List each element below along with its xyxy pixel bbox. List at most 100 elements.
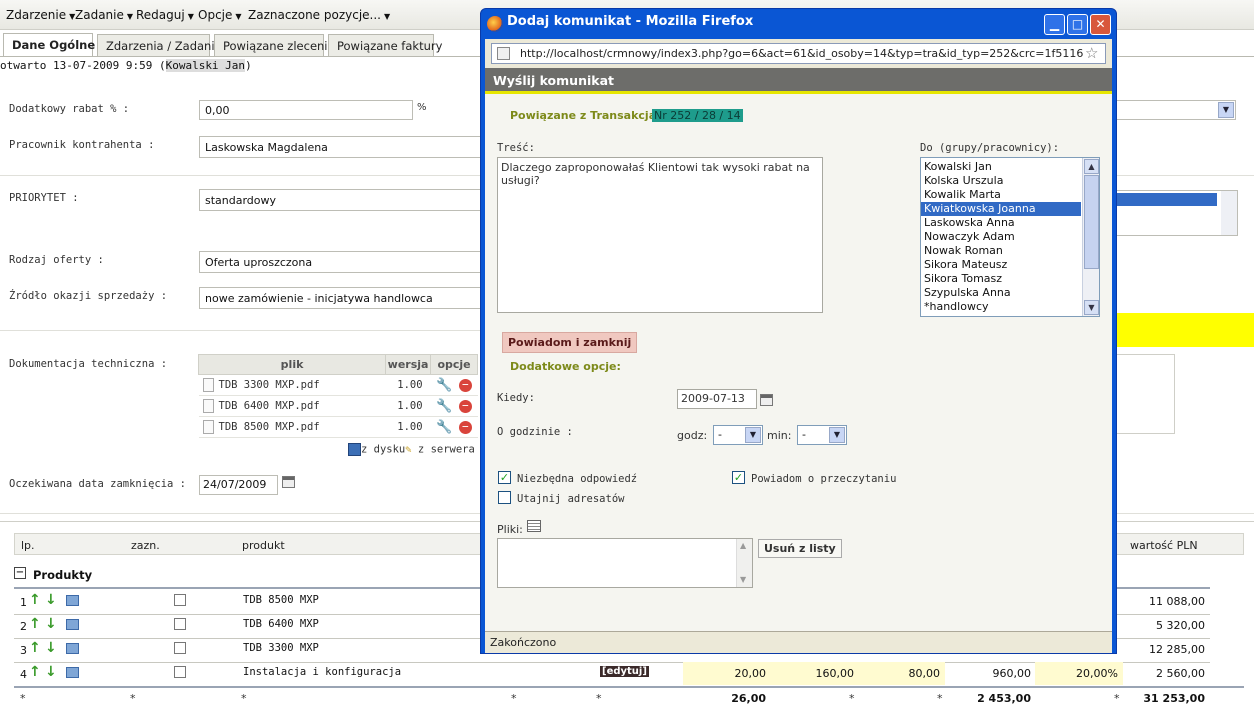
right-textarea[interactable] [1114,354,1175,434]
minimize-button[interactable]: ▁ [1044,14,1065,35]
scroll-thumb[interactable] [1084,175,1099,269]
arrow-down-icon[interactable]: ↓ [45,616,57,632]
upload-from-server-link[interactable]: z serwera [418,444,475,456]
pliki-scrollbar[interactable]: ▲ ▼ [736,539,752,587]
tab-dane-ogolne[interactable]: Dane Ogólne [3,33,95,56]
godz-select[interactable]: - ▼ [713,425,763,445]
bookmark-star-icon[interactable]: ☆ [1085,44,1098,62]
right-listbox[interactable] [1114,190,1238,236]
zrodlo-select[interactable]: nowe zamówienie - inicjatywa handlowca [199,287,481,309]
tab-powiazane-faktury[interactable]: Powiązane faktury [328,34,442,56]
total-value: 31 253,00 [1143,692,1205,705]
recipient-item[interactable]: Sikora Tomasz [921,272,1081,286]
row-checkbox[interactable] [174,618,186,630]
row-lp: 4 [20,668,27,681]
copy-icon[interactable] [66,667,79,678]
scroll-down-icon[interactable]: ▼ [1084,300,1099,315]
calendar-icon[interactable] [760,393,773,406]
tresc-textarea[interactable]: Dlaczego zaproponowałaś Klientowi tak wy… [497,157,823,313]
arrow-up-icon[interactable]: ↑ [29,664,41,680]
popup-title: Dodaj komunikat - Mozilla Firefox [507,14,754,29]
delete-icon[interactable]: − [458,421,472,434]
row-checkbox[interactable] [174,666,186,678]
calendar-icon[interactable] [282,475,295,488]
file-link[interactable]: TDB 6400 MXP.pdf [219,400,320,412]
related-value[interactable]: Nr 252 / 28 / 14 [652,109,743,122]
recipient-item[interactable]: *handlowcy [921,300,1081,314]
recipient-item[interactable]: Sikora Mateusz [921,258,1081,272]
recipients-listbox[interactable]: Kowalski Jan Kolska Urszula Kowalik Mart… [920,157,1100,317]
menu-opcje[interactable]: Opcje ▼ [198,8,242,22]
delete-icon[interactable]: − [458,400,472,413]
arrow-down-icon[interactable]: ↓ [45,640,57,656]
recipients-list: Kowalski Jan Kolska Urszula Kowalik Mart… [921,160,1081,314]
maximize-button[interactable]: □ [1067,14,1088,35]
pliki-listbox[interactable]: ▲ ▼ [497,538,753,588]
row-lp: 3 [20,644,27,657]
row-checkbox[interactable] [174,642,186,654]
menu-zdarzenie[interactable]: Zdarzenie ▼ [6,8,75,22]
arrow-down-icon[interactable]: ↓ [45,592,57,608]
file-link[interactable]: TDB 8500 MXP.pdf [219,421,320,433]
copy-icon[interactable] [66,619,79,630]
tab-zdarzenia-zadania[interactable]: Zdarzenia / Zadania [97,34,222,56]
notify-close-button[interactable]: Powiadom i zamknij [502,332,638,353]
arrow-up-icon[interactable]: ↑ [29,640,41,656]
recipient-item[interactable]: Laskowska Anna [921,216,1081,230]
niezbedna-checkbox[interactable]: ✓ [498,471,511,484]
data-zamkniecia-input[interactable]: 24/07/2009 [199,475,278,495]
menu-zadanie[interactable]: Zadanie ▼ [75,8,133,22]
menu-zaznaczone[interactable]: Zaznaczone pozycje... ▼ [248,8,390,22]
rodzaj-oferty-label: Rodzaj oferty : [9,254,104,266]
document-icon [202,420,214,434]
right-listbox-scrollbar[interactable] [1221,191,1237,235]
file-link[interactable]: TDB 3300 MXP.pdf [219,379,320,391]
tresc-label: Treść: [497,142,535,154]
pracownik-input[interactable]: Laskowska Magdalena [199,136,481,158]
close-button[interactable]: ✕ [1090,14,1111,35]
files-header-plik: plik [197,354,387,375]
copy-icon[interactable] [66,595,79,606]
url-field[interactable]: http://localhost/crmnowy/index3.php?go=6… [491,43,1106,64]
arrow-up-icon[interactable]: ↑ [29,592,41,608]
scroll-up-icon[interactable]: ▲ [1084,159,1099,174]
utajnij-checkbox[interactable] [498,491,511,504]
row-value: 11 088,00 [1149,595,1205,608]
copy-icon[interactable] [66,643,79,654]
rabat-input[interactable]: 0,00 [199,100,413,120]
scroll-down-icon[interactable]: ▼ [740,575,746,584]
delete-icon[interactable]: − [458,379,472,392]
kiedy-input[interactable]: 2009-07-13 [677,389,757,409]
file-list-icon[interactable] [527,520,541,532]
recipient-item[interactable]: Kowalski Jan [921,160,1081,174]
recipients-scrollbar[interactable]: ▲ ▼ [1082,158,1099,316]
wrench-icon[interactable]: 🔧 [436,378,452,393]
right-select[interactable]: ▼ [1114,100,1236,120]
recipient-item[interactable]: Szypulska Anna [921,286,1081,300]
menu-redaguj[interactable]: Redaguj ▼ [136,8,194,22]
wrench-icon[interactable]: 🔧 [436,399,452,414]
recipient-item-selected[interactable]: Kwiatkowska Joanna [921,202,1081,216]
yellow-highlight [1114,313,1254,347]
upload-from-disk-link[interactable]: z dysku [361,444,405,456]
edit-link[interactable]: [edytuj] [600,666,649,677]
row-c2: 160,00 [815,667,855,680]
rodzaj-oferty-select[interactable]: Oferta uproszczona [199,251,481,273]
collapse-icon[interactable]: − [14,567,26,579]
recipient-item[interactable]: Nowak Roman [921,244,1081,258]
scroll-up-icon[interactable]: ▲ [740,541,746,550]
utajnij-label: Utajnij adresatów [517,493,625,505]
recipient-item[interactable]: Nowaczyk Adam [921,230,1081,244]
remove-from-list-button[interactable]: Usuń z listy [758,539,842,558]
min-select[interactable]: - ▼ [797,425,847,445]
arrow-down-icon[interactable]: ↓ [45,664,57,680]
arrow-up-icon[interactable]: ↑ [29,616,41,632]
wrench-icon[interactable]: 🔧 [436,420,452,435]
recipient-item[interactable]: Kolska Urszula [921,174,1081,188]
recipient-item[interactable]: Kowalik Marta [921,188,1081,202]
row-checkbox[interactable] [174,594,186,606]
priorytet-select[interactable]: standardowy [199,189,481,211]
powiadom-checkbox[interactable]: ✓ [732,471,745,484]
product-name: Instalacja i konfiguracja [243,666,402,678]
tab-powiazane-zlecenia[interactable]: Powiązane zlecenia [214,34,335,56]
